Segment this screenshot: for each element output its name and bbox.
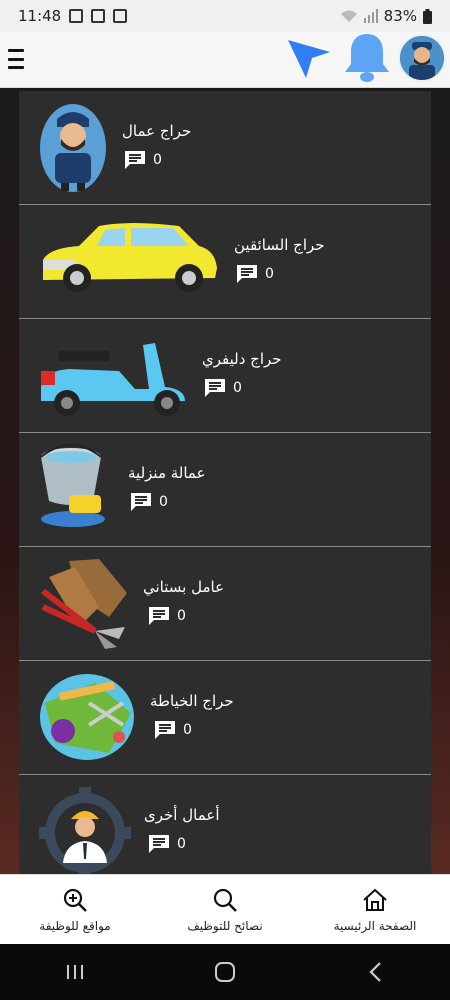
- avatar[interactable]: [398, 34, 446, 82]
- category-title: حراج الخياطة: [150, 692, 234, 710]
- nav-home[interactable]: الصفحة الرئيسية: [300, 875, 450, 944]
- comment-icon: [131, 493, 151, 511]
- battery-icon: [423, 8, 432, 24]
- comment-count: 0: [125, 151, 162, 169]
- comment-count: 0: [131, 493, 168, 511]
- category-card-other-work[interactable]: أعمال أخرى 0: [19, 775, 431, 874]
- zoom-in-icon: [63, 888, 87, 912]
- home-circle-icon: [215, 962, 235, 982]
- comment-count: 0: [237, 265, 274, 283]
- worker-image: [40, 104, 106, 192]
- comment-icon: [237, 265, 257, 283]
- signal-icon: [363, 9, 378, 23]
- comment-count: 0: [155, 721, 192, 739]
- comment-count: 0: [205, 379, 242, 397]
- back-button[interactable]: [355, 952, 395, 992]
- menu-icon[interactable]: [8, 49, 24, 69]
- bottom-navigation: مواقع للوظيفة نصائح للتوظيف الصفحة الرئي…: [0, 874, 450, 944]
- category-list-area: حراج عمال 0 حراج السائقين 0 حراج دليفري …: [0, 88, 450, 874]
- search-icon: [213, 888, 237, 912]
- comment-icon: [149, 607, 169, 625]
- category-card-delivery[interactable]: حراج دليفري 0: [19, 319, 431, 433]
- gallery-icon: [69, 9, 84, 23]
- comment-icon: [205, 379, 225, 397]
- category-title: عمالة منزلية: [128, 464, 206, 482]
- wifi-icon: [340, 10, 357, 22]
- category-title: عامل بستاني: [143, 578, 225, 596]
- category-title: أعمال أخرى: [144, 806, 220, 824]
- comment-count-value: 0: [177, 836, 186, 852]
- comment-count-value: 0: [159, 494, 168, 510]
- nav-label: مواقع للوظيفة: [39, 918, 111, 933]
- scooter-image: [41, 343, 185, 416]
- home-system-button[interactable]: [205, 952, 245, 992]
- comment-count: 0: [149, 607, 186, 625]
- category-list: حراج عمال 0 حراج السائقين 0 حراج دليفري …: [19, 91, 431, 874]
- garden-tools-image: [41, 559, 127, 649]
- comment-count-value: 0: [153, 152, 162, 168]
- recent-apps-button[interactable]: [55, 952, 95, 992]
- nav-label: الصفحة الرئيسية: [333, 918, 417, 933]
- bucket-image: [40, 444, 105, 527]
- category-card-drivers[interactable]: حراج السائقين 0: [19, 205, 431, 319]
- back-icon: [369, 962, 381, 982]
- category-card-gardener[interactable]: عامل بستاني 0: [19, 547, 431, 661]
- category-card-workers[interactable]: حراج عمال 0: [19, 91, 431, 205]
- status-time: 11:48: [18, 7, 62, 25]
- nav-job-tips[interactable]: نصائح للتوظيف: [150, 875, 300, 944]
- comment-icon: [125, 151, 145, 169]
- comment-count: 0: [149, 835, 186, 853]
- comment-count-value: 0: [265, 266, 274, 282]
- nav-job-sites[interactable]: مواقع للوظيفة: [0, 875, 150, 944]
- comment-count-value: 0: [233, 380, 242, 396]
- battery-percentage: 83%: [383, 7, 417, 25]
- home-icon: [363, 888, 387, 911]
- recent-apps-icon: [67, 965, 83, 979]
- category-title: حراج عمال: [122, 122, 192, 140]
- engineer-image: [39, 787, 131, 874]
- comment-icon: [149, 835, 169, 853]
- car-image: [43, 223, 217, 292]
- notification-bell-icon[interactable]: [340, 30, 394, 84]
- nav-label: نصائح للتوظيف: [187, 918, 263, 933]
- comment-icon: [155, 721, 175, 739]
- checkbox-icon: [113, 9, 128, 23]
- category-card-domestic-workers[interactable]: عمالة منزلية 0: [19, 433, 431, 547]
- system-navigation-bar: [0, 944, 450, 1000]
- navigation-arrow-icon[interactable]: [286, 36, 332, 82]
- status-bar: 11:48 83%: [0, 0, 450, 32]
- category-title: حراج السائقين: [234, 236, 325, 254]
- comment-count-value: 0: [183, 722, 192, 738]
- category-title: حراج دليفري: [202, 350, 282, 368]
- category-card-tailoring[interactable]: حراج الخياطة 0: [19, 661, 431, 775]
- calendar-icon: [91, 9, 106, 23]
- sewing-image: [40, 674, 134, 760]
- comment-count-value: 0: [177, 608, 186, 624]
